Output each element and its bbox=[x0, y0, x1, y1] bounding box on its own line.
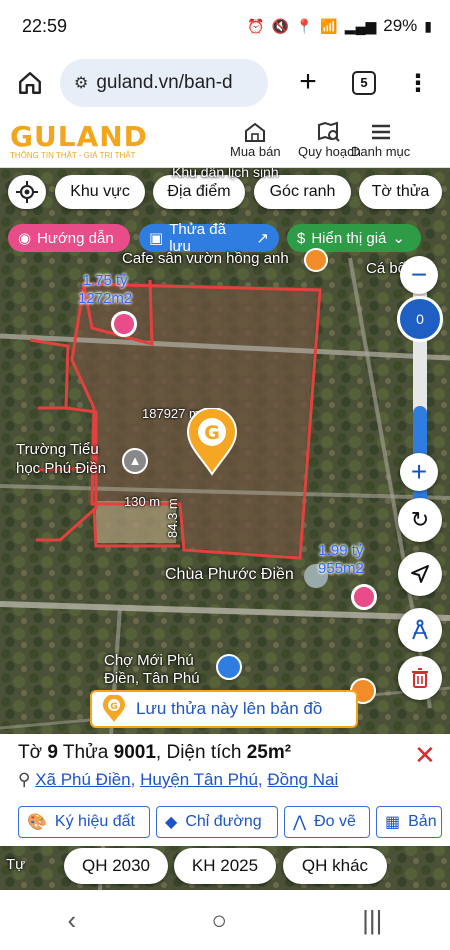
price-label-1: 1.75 tỷ 1272m2 bbox=[78, 272, 133, 307]
refresh-button[interactable]: ↻ bbox=[398, 498, 442, 542]
zoom-in-button[interactable]: + bbox=[400, 453, 438, 491]
district-link[interactable]: Huyện Tân Phú bbox=[140, 770, 258, 789]
wifi-icon: 📶 bbox=[320, 17, 338, 34]
listing-marker-2[interactable] bbox=[351, 584, 377, 610]
browser-menu-icon[interactable]: ⋮ bbox=[406, 69, 430, 98]
guland-logo[interactable]: GULAND THÔNG TIN THẬT - GIÁ TRỊ THẬT bbox=[10, 120, 148, 160]
palette-icon: 🎨 bbox=[27, 814, 47, 831]
price-label-2: 1.99 tỷ 955m2 bbox=[318, 542, 364, 577]
saved-parcels-button[interactable]: ▣ Thửa đã lưu ↗ bbox=[139, 221, 279, 255]
nav-mua-ban[interactable]: Mua bán bbox=[230, 120, 281, 159]
hamburger-icon bbox=[351, 120, 410, 144]
dollar-icon: $ bbox=[297, 229, 306, 247]
listing-marker-1[interactable] bbox=[111, 311, 137, 337]
location-icon: 📍 bbox=[295, 17, 314, 34]
zoom-slider-handle[interactable]: 0 bbox=[397, 296, 443, 342]
parcel-title: Tờ 9 Thửa 9001, Diện tích 25m² bbox=[18, 742, 292, 763]
compass-draw-icon bbox=[412, 619, 428, 640]
url-text: guland.vn/ban-d bbox=[96, 72, 233, 93]
school-pin-icon[interactable]: ▲ bbox=[122, 448, 148, 474]
map-label-road: Khu dân lịch sinh bbox=[172, 168, 279, 180]
market-pin-icon[interactable] bbox=[216, 654, 242, 680]
battery-percent: 29% bbox=[383, 16, 418, 35]
guide-button[interactable]: ◉ Hướng dẫn bbox=[8, 224, 130, 252]
alarm-icon: ⏰ bbox=[247, 17, 265, 34]
directions-icon: ◆ bbox=[165, 814, 178, 831]
trash-icon bbox=[412, 668, 428, 688]
chevron-down-icon: ⌄ bbox=[392, 230, 405, 247]
mute-icon: 🔇 bbox=[271, 17, 289, 34]
zoom-out-button[interactable]: − bbox=[400, 256, 438, 294]
parcel-info-card: Tờ 9 Thửa 9001, Diện tích 25m² ✕ ⚲ Xã Ph… bbox=[0, 734, 450, 846]
url-bar[interactable]: ⚙ guland.vn/ban-d bbox=[60, 59, 268, 107]
svg-text:G: G bbox=[204, 422, 220, 444]
map-label-market: Chợ Mới Phú Điền, Tân Phú bbox=[104, 652, 200, 687]
filter-dia-diem[interactable]: Địa điểm bbox=[153, 175, 245, 209]
status-icons: ⏰ 🔇 📍 📶 ▂▄▆ 29% ▮ bbox=[247, 16, 432, 36]
filter-goc-ranh[interactable]: Góc ranh bbox=[254, 175, 351, 209]
locate-me-button[interactable] bbox=[8, 175, 46, 209]
browser-toolbar: ⚙ guland.vn/ban-d + 5 ⋮ bbox=[0, 52, 450, 114]
measure-button[interactable]: ⋀ Đo vẽ bbox=[284, 806, 370, 838]
location-pin-icon: ⚲ bbox=[18, 770, 31, 789]
bookmark-icon: ▣ bbox=[149, 230, 164, 247]
commune-link[interactable]: Xã Phú Điền bbox=[35, 770, 130, 789]
cafe-pin-icon[interactable] bbox=[304, 248, 328, 272]
satellite-map[interactable]: Khu vực Địa điểm Góc ranh Tờ thửa ◉ Hướn… bbox=[0, 168, 450, 890]
guland-marker-icon[interactable]: G bbox=[186, 408, 238, 476]
filter-khu-vuc[interactable]: Khu vực bbox=[55, 175, 145, 209]
parcel-address: ⚲ Xã Phú Điền, Huyện Tân Phú, Đồng Nai bbox=[18, 770, 339, 789]
battery-icon: ▮ bbox=[424, 17, 432, 34]
close-card-button[interactable]: ✕ bbox=[414, 740, 436, 771]
recents-icon[interactable]: ||| bbox=[362, 905, 382, 936]
plan-2025-button[interactable]: KH 2025 bbox=[174, 848, 276, 884]
play-icon: ◉ bbox=[18, 230, 32, 247]
back-icon[interactable]: ‹ bbox=[68, 905, 77, 936]
guland-pin-icon: G bbox=[103, 695, 125, 722]
nav-danh-muc[interactable]: Danh mục bbox=[351, 120, 410, 159]
status-bar: 22:59 ⏰ 🔇 📍 📶 ▂▄▆ 29% ▮ bbox=[0, 0, 450, 52]
delete-button[interactable] bbox=[398, 656, 442, 700]
home-icon bbox=[19, 72, 41, 94]
compass-icon: ⋀ bbox=[293, 814, 307, 831]
tab-switcher-button[interactable]: 5 bbox=[352, 71, 376, 95]
plan-other-button[interactable]: QH khác bbox=[283, 848, 387, 884]
crosshair-icon bbox=[16, 181, 38, 203]
measure-tool-button[interactable] bbox=[398, 608, 442, 652]
plan-2030-button[interactable]: QH 2030 bbox=[64, 848, 168, 884]
svg-text:G: G bbox=[110, 702, 117, 712]
site-settings-icon[interactable]: ⚙ bbox=[74, 73, 88, 93]
new-tab-button[interactable]: + bbox=[290, 65, 326, 101]
map-label-tu: Tự bbox=[6, 856, 26, 873]
status-time: 22:59 bbox=[22, 15, 68, 36]
house-icon bbox=[230, 120, 281, 144]
map-label-school: Trường Tiểu học Phú Điền bbox=[16, 441, 107, 477]
site-header: GULAND THÔNG TIN THẬT - GIÁ TRỊ THẬT Mua… bbox=[0, 114, 450, 168]
map-label-cafe: Cafe sân vườn hồng anh bbox=[122, 250, 289, 267]
system-nav-bar: ‹ ○ ||| bbox=[0, 890, 450, 950]
map-table-button[interactable]: ▦ Bản bbox=[376, 806, 442, 838]
dimension-height: 84.3 m bbox=[165, 498, 180, 538]
map-label-pagoda: Chùa Phước Điền bbox=[165, 566, 294, 583]
home-button[interactable] bbox=[10, 63, 50, 103]
navigate-button[interactable] bbox=[398, 552, 442, 596]
navigation-arrow-icon bbox=[411, 565, 429, 583]
open-external-icon: ↗ bbox=[256, 230, 269, 247]
directions-button[interactable]: ◆ Chỉ đường bbox=[156, 806, 278, 838]
filter-to-thua[interactable]: Tờ thửa bbox=[359, 175, 442, 209]
save-parcel-button[interactable]: G Lưu thửa này lên bản đồ bbox=[90, 690, 358, 728]
table-icon: ▦ bbox=[385, 814, 401, 831]
dimension-width: 130 m bbox=[124, 494, 161, 509]
land-symbol-button[interactable]: 🎨 Ký hiệu đất bbox=[18, 806, 150, 838]
refresh-icon: ↻ bbox=[410, 507, 430, 532]
home-circle-icon[interactable]: ○ bbox=[211, 905, 227, 936]
show-price-toggle[interactable]: $ Hiển thị giá ⌄ bbox=[287, 224, 421, 252]
province-link[interactable]: Đồng Nai bbox=[267, 770, 338, 789]
signal-icon: ▂▄▆ bbox=[344, 17, 377, 34]
